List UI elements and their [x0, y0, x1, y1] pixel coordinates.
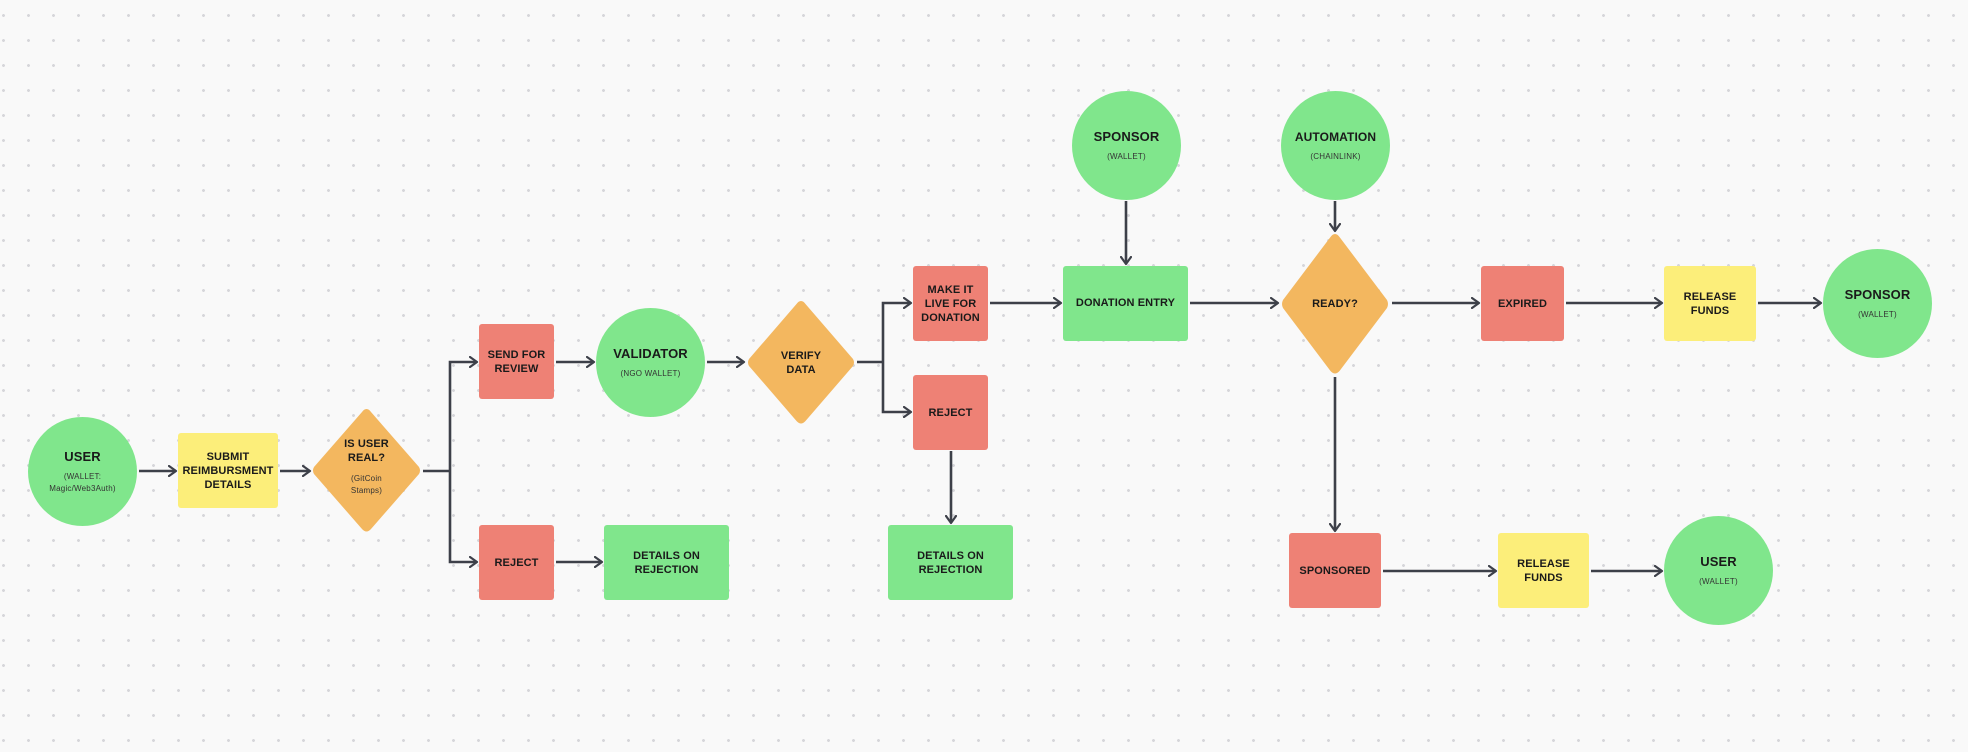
- node-expired[interactable]: EXPIRED: [1481, 266, 1564, 341]
- node-user-end-title: USER: [1700, 553, 1737, 569]
- node-validator[interactable]: VALIDATOR (NGO WALLET): [596, 308, 705, 417]
- node-is-user-real[interactable]: IS USER REAL? (GitCoin Stamps): [311, 407, 422, 534]
- node-donation-entry[interactable]: DONATION ENTRY: [1063, 266, 1188, 341]
- node-validator-subtitle: (NGO WALLET): [620, 368, 681, 378]
- flowchart-canvas[interactable]: USER (WALLET: Magic/Web3Auth) SUBMIT REI…: [0, 0, 1968, 752]
- node-details-on-rejection-1[interactable]: DETAILS ON REJECTION: [604, 525, 729, 600]
- node-is-user-real-subtitle: (GitCoin Stamps): [350, 473, 383, 495]
- node-user-end[interactable]: USER (WALLET): [1664, 516, 1773, 625]
- edge-branch-to-send-for-review[interactable]: [448, 362, 477, 471]
- node-release-funds-2-title: RELEASE FUNDS: [1517, 557, 1570, 584]
- node-details-on-rejection-2-title: DETAILS ON REJECTION: [917, 549, 984, 576]
- node-validator-title: VALIDATOR: [613, 345, 688, 361]
- edge-branch-to-reject-2[interactable]: [881, 362, 911, 412]
- node-automation-subtitle: (CHAINLINK): [1310, 151, 1361, 161]
- node-user-start-title: USER: [64, 448, 101, 464]
- node-expired-title: EXPIRED: [1498, 297, 1547, 310]
- node-user-end-subtitle: (WALLET): [1699, 576, 1738, 586]
- node-sponsor-end-subtitle: (WALLET): [1858, 309, 1897, 319]
- edge-branch-to-reject-1[interactable]: [448, 471, 477, 562]
- node-sponsored-title: SPONSORED: [1299, 564, 1371, 577]
- node-make-it-live[interactable]: MAKE IT LIVE FOR DONATION: [913, 266, 988, 341]
- node-release-funds-1[interactable]: RELEASE FUNDS: [1664, 266, 1756, 341]
- node-reject-2[interactable]: REJECT: [913, 375, 988, 450]
- node-donation-entry-title: DONATION ENTRY: [1075, 296, 1176, 309]
- node-release-funds-2[interactable]: RELEASE FUNDS: [1498, 533, 1589, 608]
- node-reject-1-title: REJECT: [494, 556, 539, 569]
- node-is-user-real-title: IS USER REAL?: [344, 437, 389, 464]
- node-submit-title: SUBMIT REIMBURSMENT DETAILS: [182, 450, 274, 491]
- node-ready[interactable]: READY?: [1280, 232, 1390, 376]
- node-sponsor-end[interactable]: SPONSOR (WALLET): [1823, 249, 1932, 358]
- node-sponsored[interactable]: SPONSORED: [1289, 533, 1381, 608]
- node-make-it-live-title: MAKE IT LIVE FOR DONATION: [921, 283, 980, 324]
- node-sponsor-top[interactable]: SPONSOR (WALLET): [1072, 91, 1181, 200]
- node-reject-2-title: REJECT: [928, 406, 973, 419]
- node-sponsor-top-subtitle: (WALLET): [1107, 151, 1146, 161]
- node-sponsor-end-title: SPONSOR: [1844, 286, 1911, 302]
- node-automation[interactable]: AUTOMATION (CHAINLINK): [1281, 91, 1390, 200]
- node-user-start[interactable]: USER (WALLET: Magic/Web3Auth): [28, 417, 137, 526]
- decision-diamond-shape: [313, 409, 420, 532]
- edge-branch-to-make-live[interactable]: [881, 303, 911, 362]
- node-sponsor-top-title: SPONSOR: [1093, 128, 1160, 144]
- node-automation-title: AUTOMATION: [1294, 129, 1377, 144]
- node-release-funds-1-title: RELEASE FUNDS: [1683, 290, 1737, 317]
- node-details-on-rejection-2[interactable]: DETAILS ON REJECTION: [888, 525, 1013, 600]
- node-submit-reimbursment[interactable]: SUBMIT REIMBURSMENT DETAILS: [178, 433, 278, 508]
- node-verify-data-title: VERIFY DATA: [780, 349, 822, 376]
- node-send-for-review[interactable]: SEND FOR REVIEW: [479, 324, 554, 399]
- node-send-for-review-title: SEND FOR REVIEW: [487, 348, 546, 375]
- node-reject-1[interactable]: REJECT: [479, 525, 554, 600]
- node-verify-data[interactable]: VERIFY DATA: [746, 299, 856, 426]
- node-user-start-subtitle: (WALLET: Magic/Web3Auth): [49, 471, 116, 493]
- node-details-on-rejection-1-title: DETAILS ON REJECTION: [633, 549, 700, 576]
- node-ready-title: READY?: [1312, 298, 1358, 310]
